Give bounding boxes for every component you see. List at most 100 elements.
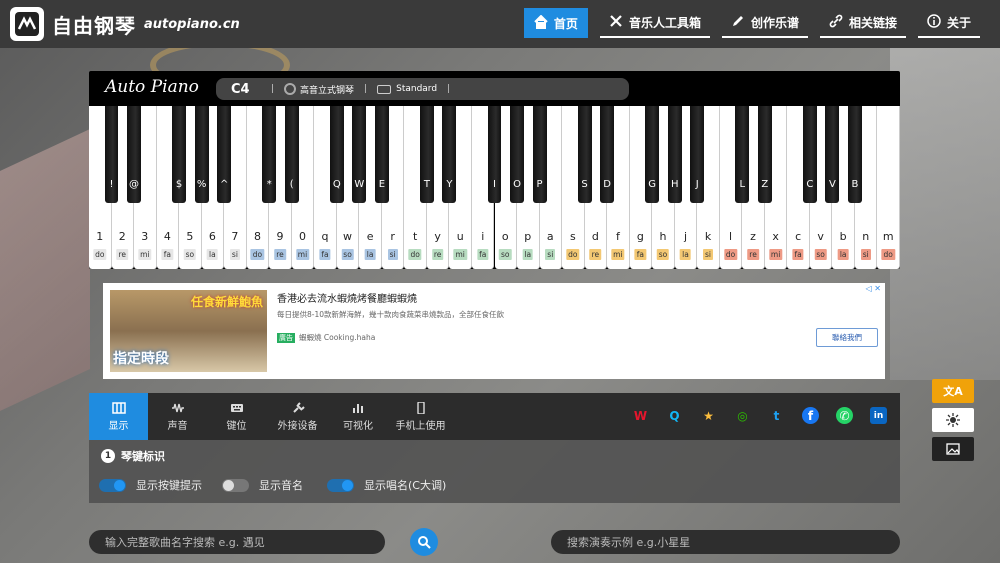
plug-icon: [291, 401, 305, 414]
site-name[interactable]: 自由钢琴: [52, 10, 136, 39]
toggle-row[interactable]: 显示按键提示: [99, 477, 202, 493]
ad-contact-button[interactable]: 聯絡我們: [816, 328, 878, 347]
key-hint-label: 6: [208, 230, 216, 243]
tab-bar-chart[interactable]: 可视化: [329, 393, 387, 440]
search-button[interactable]: [410, 528, 438, 556]
piano-black-key[interactable]: (: [284, 106, 299, 203]
translate-button[interactable]: 文A: [932, 379, 974, 403]
twitter-icon[interactable]: t: [768, 407, 785, 424]
piano-black-key[interactable]: E: [374, 106, 389, 203]
key-hint-label: k: [704, 230, 712, 243]
weibo-icon[interactable]: W: [632, 407, 649, 424]
current-note: C4: [231, 81, 250, 97]
piano-black-key[interactable]: D: [600, 106, 615, 203]
piano-black-key[interactable]: ^: [217, 106, 232, 203]
demo-search-input[interactable]: 搜索演奏示例 e.g.小星星: [551, 530, 900, 554]
nav-item-4[interactable]: 关于: [917, 8, 980, 38]
piano-black-key[interactable]: @: [127, 106, 142, 203]
nav-item-1[interactable]: 音乐人工具箱: [599, 8, 710, 38]
piano-top-bar: Auto Piano C4 | 高音立式钢琴 | Standard |: [89, 71, 900, 105]
solfege-label: re: [116, 249, 129, 260]
key-hint-label: v: [817, 230, 824, 243]
song-search-input[interactable]: 输入完整歌曲名字搜索 e.g. 遇见: [89, 530, 385, 554]
piano-black-key[interactable]: V: [825, 106, 840, 203]
solfege-label: fa: [161, 249, 173, 260]
keyboard-icon: [377, 84, 392, 94]
divider: |: [364, 84, 368, 94]
tab-plug[interactable]: 外接设备: [266, 393, 329, 440]
solfege-label: do: [93, 249, 107, 260]
key-hint-label: q: [321, 230, 329, 243]
tab-piano[interactable]: 显示: [89, 393, 148, 440]
ad-banner[interactable]: 任食新鮮鮑魚 指定時段 香港必去流水蝦燒烤餐廳蝦蝦燒 每日提供8-10款新鮮海鮮…: [103, 283, 885, 379]
piano-black-key[interactable]: Y: [442, 106, 457, 203]
piano-black-key[interactable]: S: [577, 106, 592, 203]
theme-toggle-button[interactable]: [932, 408, 974, 432]
piano-black-key[interactable]: O: [510, 106, 524, 203]
ad-description: 每日提供8-10款新鮮海鮮，幾十款肉食蔬菜串燒款品，全部任食任飲: [277, 310, 505, 319]
piano-black-key[interactable]: G: [645, 106, 660, 203]
qzone-icon[interactable]: ★: [700, 407, 717, 424]
toggle-row[interactable]: 显示音名: [222, 477, 303, 493]
linkedin-icon[interactable]: in: [870, 407, 887, 424]
tab-keyboard[interactable]: 键位: [207, 393, 266, 440]
wechat-icon[interactable]: ◎: [734, 407, 751, 424]
nav-item-3[interactable]: 相关链接: [819, 8, 906, 38]
piano-black-key[interactable]: P: [532, 106, 547, 203]
piano-black-key[interactable]: J: [690, 106, 705, 203]
ad-title[interactable]: 香港必去流水蝦燒烤餐廳蝦蝦燒: [277, 290, 417, 305]
search-icon: [418, 536, 431, 549]
solfege-label: la: [364, 249, 376, 260]
instrument-icon: [284, 83, 297, 95]
toggle-switch[interactable]: [327, 478, 354, 492]
bar-chart-icon: [351, 402, 365, 414]
piano-black-key[interactable]: *: [262, 106, 277, 203]
tab-mobile[interactable]: 手机上使用: [387, 393, 454, 440]
key-hint-label: B: [851, 179, 859, 190]
whatsapp-icon[interactable]: ✆: [836, 407, 853, 424]
piano-black-key[interactable]: I: [487, 106, 502, 203]
piano-black-key[interactable]: C: [802, 106, 817, 203]
tab-waveform[interactable]: 声音: [148, 393, 207, 440]
qq-icon[interactable]: Q: [666, 407, 683, 424]
solfege-label: fa: [319, 249, 331, 260]
toggle-switch[interactable]: [99, 478, 126, 492]
nav-item-2[interactable]: 创作乐谱: [721, 8, 808, 38]
instrument-name[interactable]: 高音立式钢琴: [300, 83, 354, 96]
ad-close-icon[interactable]: ◁ ✕: [866, 284, 881, 293]
key-hint-label: J: [695, 179, 699, 190]
piano-white-key[interactable]: m do: [877, 106, 900, 269]
piano-black-key[interactable]: !: [104, 106, 119, 203]
key-hint-label: n: [862, 230, 870, 243]
key-hint-label: E: [378, 179, 386, 190]
keyboard-mode[interactable]: Standard: [396, 84, 437, 94]
key-hint-label: 9: [276, 230, 284, 243]
piano-black-key[interactable]: $: [172, 106, 187, 203]
toggle-row[interactable]: 显示唱名(C大调): [327, 477, 446, 493]
ad-image[interactable]: 任食新鮮鮑魚 指定時段: [110, 290, 267, 372]
tab-label: 外接设备: [277, 420, 318, 432]
nav-item-0[interactable]: 首页: [523, 8, 588, 38]
piano-black-key[interactable]: B: [847, 106, 862, 203]
site-logo[interactable]: [10, 7, 44, 41]
solfege-label: si: [545, 249, 556, 260]
piano-black-key[interactable]: Q: [329, 106, 344, 203]
piano-black-key[interactable]: Z: [757, 106, 772, 203]
solfege-label: si: [703, 249, 713, 260]
solfege-label: so: [814, 249, 827, 260]
step-number: 1: [101, 449, 115, 463]
solfege-label: fa: [792, 249, 804, 260]
tab-label: 显示: [108, 420, 129, 432]
piano-black-key[interactable]: %: [194, 106, 209, 203]
key-hint-label: T: [423, 179, 430, 190]
piano-black-key[interactable]: L: [735, 106, 750, 203]
key-hint-label: H: [670, 179, 679, 190]
piano-black-key[interactable]: T: [419, 106, 434, 203]
piano-black-key[interactable]: W: [352, 106, 367, 203]
background-image-button[interactable]: [932, 437, 974, 461]
facebook-icon[interactable]: f: [802, 407, 819, 424]
toggle-switch[interactable]: [222, 478, 249, 492]
key-hint-label: l: [728, 230, 733, 243]
piano-black-key[interactable]: H: [667, 106, 682, 203]
key-hint-label: Z: [761, 179, 769, 190]
